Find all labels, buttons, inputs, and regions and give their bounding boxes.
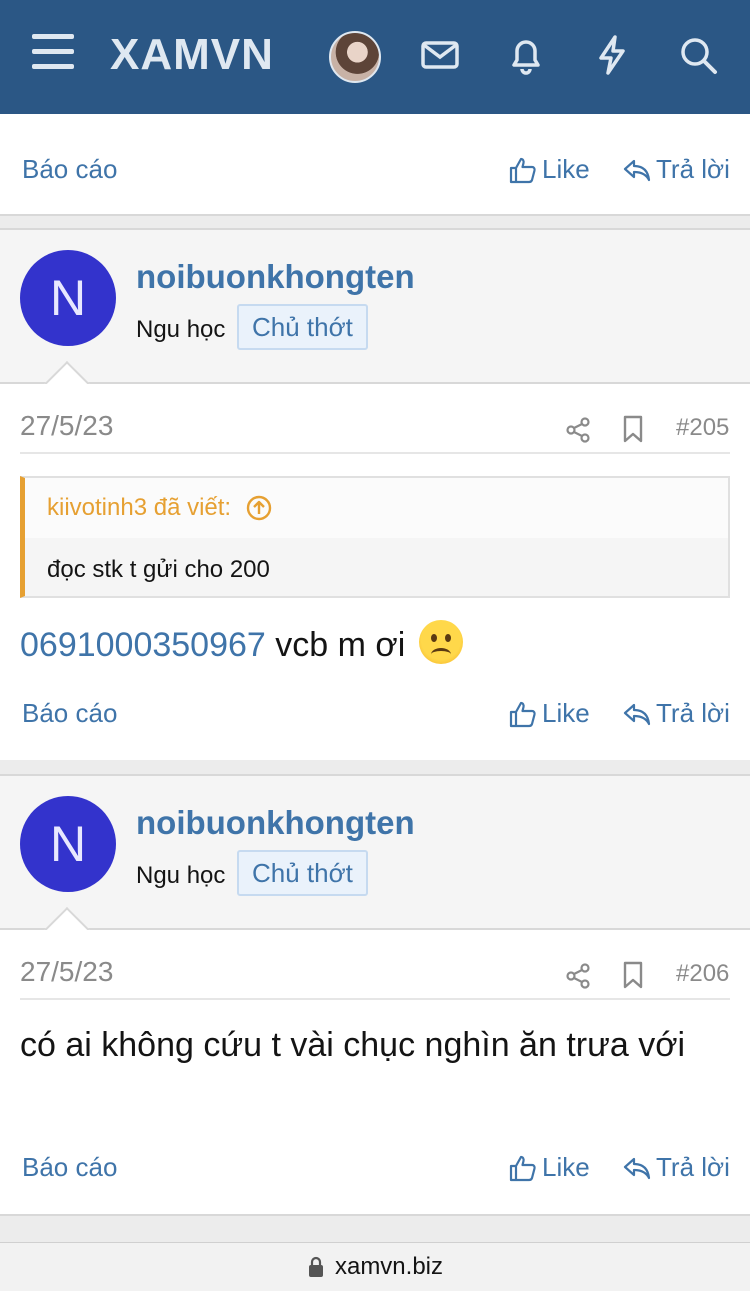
reply-label: Trả lời: [656, 698, 730, 728]
post-body: 27/5/23 #206 có ai không cứu t vài chục …: [0, 930, 750, 1216]
post-user-bar: N noibuonkhongten Ngu học Chủ thớt: [0, 774, 750, 956]
frowning-face-icon: [418, 620, 463, 664]
like-label: Like: [542, 698, 590, 728]
reply-icon: [623, 703, 651, 725]
reply-label: Trả lời: [656, 154, 730, 184]
url-text: xamvn.biz: [334, 1253, 444, 1280]
browser-address-bar[interactable]: xamvn.biz: [0, 1242, 750, 1291]
post-date[interactable]: 27/5/23: [20, 410, 113, 442]
reply-label: Trả lời: [656, 1152, 730, 1182]
post-actions: Báo cáo Like Trả lời: [0, 684, 750, 744]
username-link[interactable]: noibuonkhongten: [136, 258, 415, 296]
post-actions: Báo cáo Like Trả lời: [0, 1138, 750, 1198]
report-link[interactable]: Báo cáo: [22, 1152, 117, 1183]
post-meta: 27/5/23 #206: [20, 956, 730, 1000]
reply-button[interactable]: Trả lời: [622, 1152, 730, 1183]
previous-post-footer: Báo cáo Like Trả lời: [0, 114, 750, 216]
post-205: N noibuonkhongten Ngu học Chủ thớt 27/5/…: [0, 228, 750, 762]
share-icon[interactable]: [564, 962, 592, 990]
lock-icon: [308, 1256, 323, 1277]
thread-content: Báo cáo Like Trả lời N noibuonkhongten N…: [0, 114, 750, 1242]
thread-starter-badge: Chủ thớt: [237, 304, 368, 350]
mail-icon[interactable]: [418, 33, 462, 77]
post-message: 0691000350967 vcb m ơi: [20, 620, 720, 670]
user-title: Ngu học: [136, 862, 226, 889]
post-body: 27/5/23 #205 kiivotinh3 đã viết: đọc stk…: [0, 384, 750, 760]
menu-icon[interactable]: [32, 34, 76, 74]
thumbs-up-icon: [509, 157, 536, 183]
reply-button[interactable]: Trả lời: [622, 154, 730, 185]
post-actions: Báo cáo Like Trả lời: [0, 140, 750, 200]
like-label: Like: [542, 154, 590, 184]
share-icon[interactable]: [564, 416, 592, 444]
username-link[interactable]: noibuonkhongten: [136, 804, 415, 842]
site-logo[interactable]: XAMVN: [110, 30, 274, 80]
like-button[interactable]: Like: [508, 698, 590, 729]
post-number[interactable]: #206: [676, 960, 729, 988]
quote-text: đọc stk t gửi cho 200: [47, 556, 270, 583]
search-icon[interactable]: [676, 33, 720, 77]
like-label: Like: [542, 1152, 590, 1182]
user-title: Ngu học: [136, 316, 226, 343]
thumbs-up-icon: [509, 1155, 536, 1181]
post-meta: 27/5/23 #205: [20, 410, 730, 454]
reply-icon: [623, 159, 651, 181]
arrow-up-circle-icon[interactable]: [245, 494, 273, 522]
quote-block: kiivotinh3 đã viết: đọc stk t gửi cho 20…: [20, 476, 730, 598]
quote-header[interactable]: kiivotinh3 đã viết:: [25, 478, 728, 538]
bolt-icon[interactable]: [590, 33, 634, 77]
post-number[interactable]: #205: [676, 414, 729, 442]
user-avatar-letter[interactable]: N: [20, 250, 116, 346]
thread-starter-badge: Chủ thớt: [237, 850, 368, 896]
bookmark-icon[interactable]: [620, 414, 646, 444]
like-button[interactable]: Like: [508, 154, 590, 185]
user-avatar[interactable]: [329, 31, 381, 83]
top-navbar: XAMVN: [0, 0, 750, 114]
like-button[interactable]: Like: [508, 1152, 590, 1183]
post-user-bar: N noibuonkhongten Ngu học Chủ thớt: [0, 228, 750, 410]
post-date[interactable]: 27/5/23: [20, 956, 113, 988]
report-link[interactable]: Báo cáo: [22, 154, 117, 185]
bell-icon[interactable]: [504, 33, 548, 77]
post-message: có ai không cứu t vài chục nghìn ăn trưa…: [20, 1026, 686, 1064]
reply-icon: [623, 1157, 651, 1179]
report-link[interactable]: Báo cáo: [22, 698, 117, 729]
reply-button[interactable]: Trả lời: [622, 698, 730, 729]
bookmark-icon[interactable]: [620, 960, 646, 990]
quote-author: kiivotinh3 đã viết:: [47, 494, 232, 521]
thumbs-up-icon: [509, 701, 536, 727]
post-206: N noibuonkhongten Ngu học Chủ thớt 27/5/…: [0, 774, 750, 1216]
message-text: vcb m ơi: [265, 626, 406, 664]
account-number-link[interactable]: 0691000350967: [20, 626, 266, 664]
user-avatar-letter[interactable]: N: [20, 796, 116, 892]
